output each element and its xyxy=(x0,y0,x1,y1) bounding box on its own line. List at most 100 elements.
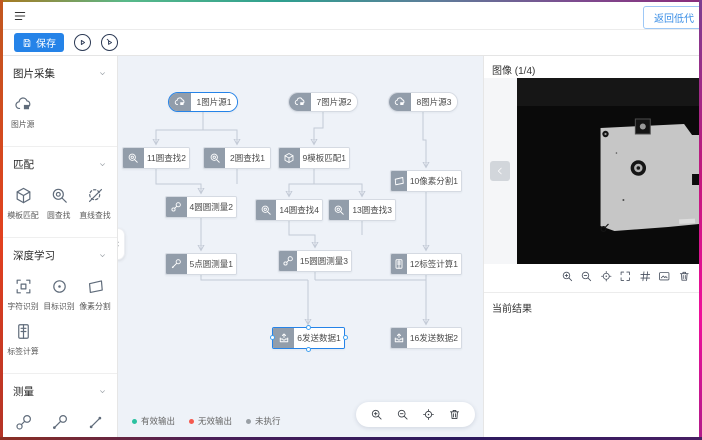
section-header[interactable]: 深度学习 xyxy=(3,244,117,271)
measure-circle-circle-icon xyxy=(279,251,297,271)
image-toolbar xyxy=(561,270,691,283)
sidebar-section: 图片采集图片源 xyxy=(3,56,117,147)
sidebar-item-measure-point-point[interactable]: 点点测量 xyxy=(77,413,113,437)
run-button[interactable] xyxy=(74,34,91,51)
chevron-down-icon[interactable] xyxy=(98,387,107,396)
sidebar-item-image-source[interactable]: 图片源 xyxy=(5,95,41,130)
run-once-button[interactable] xyxy=(101,34,118,51)
sidebar-item-measure-point-circle[interactable]: 点圆测量 xyxy=(41,413,77,437)
tool-label: 标签计算 xyxy=(7,345,38,356)
fullscreen-icon[interactable] xyxy=(619,270,632,283)
sidebar-collapse-handle[interactable] xyxy=(118,228,125,260)
node-label: 12标签计算1 xyxy=(407,254,461,274)
back-to-lowcode-button[interactable]: 返回低代 xyxy=(643,6,702,29)
node-handle[interactable] xyxy=(306,347,311,352)
node-handle[interactable] xyxy=(343,335,348,340)
previous-image-button[interactable] xyxy=(490,161,510,181)
tool-label: 目标识别 xyxy=(43,300,74,311)
tool-label: 像素分割 xyxy=(79,300,110,311)
node-handle[interactable] xyxy=(270,335,275,340)
chevron-down-icon[interactable] xyxy=(98,160,107,169)
circle-find-icon xyxy=(50,186,69,205)
zoom-in-icon[interactable] xyxy=(370,408,383,421)
flow-node-7[interactable]: 7图片源2 xyxy=(288,92,358,112)
circle-find-icon xyxy=(329,200,349,220)
sidebar-section: 深度学习字符识别目标识别像素分割标签计算 xyxy=(3,238,117,374)
node-handle[interactable] xyxy=(306,325,311,330)
app-window: 返回低代 保存 图片采集图片源匹配模板匹配圆查找直线查找深度学习字符识别目标识别… xyxy=(0,0,702,440)
trash-icon[interactable] xyxy=(448,408,461,421)
zoom-in-icon[interactable] xyxy=(561,270,574,283)
section-header[interactable]: 图片采集 xyxy=(3,62,117,89)
section-header[interactable]: 匹配 xyxy=(3,153,117,180)
section-title: 测量 xyxy=(13,384,34,399)
play-once-icon xyxy=(104,37,115,48)
circle-find-icon xyxy=(123,148,144,168)
save-icon xyxy=(22,38,32,48)
flow-node-8[interactable]: 8图片源3 xyxy=(388,92,458,112)
frame-edge-left xyxy=(0,0,3,440)
flow-node-11[interactable]: 11圆查找2 xyxy=(122,147,190,169)
sidebar-item-pixel-segment[interactable]: 像素分割 xyxy=(77,277,113,312)
tool-sidebar: 图片采集图片源匹配模板匹配圆查找直线查找深度学习字符识别目标识别像素分割标签计算… xyxy=(3,56,118,437)
tool-label: 字符识别 xyxy=(7,300,38,311)
flow-node-9[interactable]: 9模板匹配1 xyxy=(278,147,350,169)
flow-node-16[interactable]: 16发送数据2 xyxy=(390,327,462,349)
flow-node-15[interactable]: 15圆圆测量3 xyxy=(278,250,352,272)
legend-label: 无效输出 xyxy=(198,415,232,427)
play-icon xyxy=(77,37,88,48)
action-toolbar: 保存 xyxy=(3,30,699,56)
legend-label: 有效输出 xyxy=(141,415,175,427)
node-label: 9模板匹配1 xyxy=(300,148,349,168)
image-source-icon xyxy=(289,93,311,111)
legend-item: 无效输出 xyxy=(189,415,232,427)
flow-node-13[interactable]: 13圆查找3 xyxy=(328,199,396,221)
pixel-segment-icon xyxy=(86,277,105,296)
inspection-image[interactable] xyxy=(517,78,699,264)
sidebar-item-template-match[interactable]: 模板匹配 xyxy=(5,186,41,221)
pixel-segment-icon xyxy=(391,171,407,191)
zoom-out-icon[interactable] xyxy=(396,408,409,421)
menu-icon[interactable] xyxy=(13,9,27,23)
flow-node-14[interactable]: 14圆查找4 xyxy=(255,199,323,221)
thumbnail-strip xyxy=(484,78,517,264)
tool-label: 直线查找 xyxy=(79,209,110,220)
image-source-icon xyxy=(14,95,33,114)
sidebar-item-circle-find[interactable]: 圆查找 xyxy=(41,186,77,221)
sidebar-item-target-detect[interactable]: 目标识别 xyxy=(41,277,77,312)
sidebar-item-ocr[interactable]: 字符识别 xyxy=(5,277,41,312)
node-label: 1图片源1 xyxy=(191,93,237,111)
flow-node-2[interactable]: 2圆查找1 xyxy=(203,147,271,169)
grid-icon[interactable] xyxy=(639,270,652,283)
sidebar-item-label-calc[interactable]: 标签计算 xyxy=(5,322,41,357)
frame-icon[interactable] xyxy=(658,270,671,283)
chevron-left-icon xyxy=(495,166,505,176)
chevron-down-icon[interactable] xyxy=(98,69,107,78)
measure-circle-circle-icon xyxy=(166,197,187,217)
save-label: 保存 xyxy=(36,35,56,50)
image-panel-title: 图像 (1/4) xyxy=(492,62,535,77)
flow-canvas[interactable]: 1图片源1 7图片源2 8图片源3 11圆查找2 2圆查找1 9模板匹配1 10像素分割1 4… xyxy=(118,56,483,437)
tool-label: 图片源 xyxy=(11,118,34,129)
sidebar-item-measure-circle-circle[interactable]: 圆圆测量 xyxy=(5,413,41,437)
zoom-out-icon[interactable] xyxy=(580,270,593,283)
locate-icon[interactable] xyxy=(422,408,435,421)
node-label: 10像素分割1 xyxy=(407,171,461,191)
sidebar-item-line-find[interactable]: 直线查找 xyxy=(77,186,113,221)
node-label: 5点圆测量1 xyxy=(187,254,236,274)
trash-icon[interactable] xyxy=(678,270,691,283)
flow-node-4[interactable]: 4圆圆测量2 xyxy=(165,196,237,218)
node-label: 16发送数据2 xyxy=(407,328,461,348)
template-match-icon xyxy=(279,148,300,168)
flow-node-10[interactable]: 10像素分割1 xyxy=(390,170,462,192)
flow-node-5[interactable]: 5点圆测量1 xyxy=(165,253,237,275)
sidebar-section: 匹配模板匹配圆查找直线查找 xyxy=(3,147,117,238)
section-header[interactable]: 测量 xyxy=(3,380,117,407)
preview-panel: 图像 (1/4) xyxy=(483,56,699,437)
locate-icon[interactable] xyxy=(600,270,613,283)
flow-node-1[interactable]: 1图片源1 xyxy=(168,92,238,112)
flow-node-6[interactable]: 6发送数据1 xyxy=(272,327,345,349)
save-button[interactable]: 保存 xyxy=(14,33,64,52)
flow-node-12[interactable]: 12标签计算1 xyxy=(390,253,462,275)
chevron-down-icon[interactable] xyxy=(98,251,107,260)
